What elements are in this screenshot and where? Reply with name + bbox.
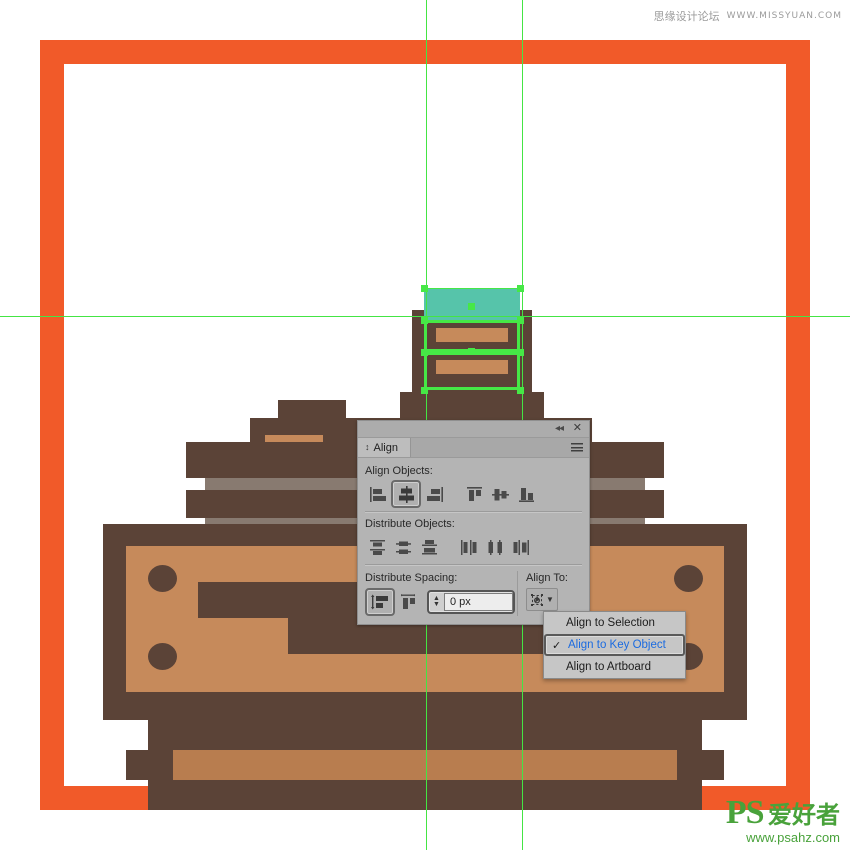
tab-align[interactable]: ↕ Align	[358, 438, 411, 457]
selection-anchor-point[interactable]	[468, 303, 475, 310]
art-notch	[186, 478, 205, 490]
align-objects-label: Align Objects:	[365, 465, 433, 477]
align-to-dropdown-button[interactable]: ▼	[526, 588, 558, 611]
divider	[365, 511, 582, 513]
selection-edge	[424, 288, 520, 289]
art-notch	[645, 478, 664, 490]
vertical-align-center-icon[interactable]	[487, 482, 513, 506]
vertical-align-top-icon[interactable]	[461, 482, 487, 506]
distribute-objects-row	[365, 534, 582, 560]
align-objects-row	[365, 480, 582, 508]
vertical-align-bottom-icon[interactable]	[513, 482, 539, 506]
updown-arrows-icon: ↕	[365, 442, 370, 452]
chevron-down-icon[interactable]: ▼	[546, 595, 554, 604]
distribute-spacing-row: ▲ ▼ 0 px	[365, 588, 517, 616]
horizontal-align-left-icon[interactable]	[365, 482, 391, 506]
divider	[365, 564, 582, 566]
panel-menu-icon[interactable]	[571, 443, 583, 452]
art-rivet	[148, 565, 177, 592]
panel-body: Align Objects: Distribute Objects: Distr…	[358, 458, 589, 624]
watermark-top: 思缘设计论坛 WWW.MISSYUAN.COM	[654, 8, 842, 24]
selection-handle[interactable]	[421, 317, 428, 324]
align-to-label: Align To:	[526, 572, 568, 584]
spacing-stepper[interactable]: ▲ ▼ 0 px	[427, 590, 515, 614]
horizontal-distribute-left-icon[interactable]	[457, 535, 483, 559]
panel-bottom: Distribute Spacing: ▲ ▼ 0 px Align To: ▼	[365, 571, 582, 616]
menu-item-align-to-artboard[interactable]: Align to Artboard	[544, 656, 685, 678]
menu-item-align-to-selection[interactable]: Align to Selection	[544, 612, 685, 634]
vertical-distribute-bottom-icon[interactable]	[417, 535, 443, 559]
distribute-spacing-group: Distribute Spacing: ▲ ▼ 0 px	[365, 571, 517, 616]
vertical-distribute-top-icon[interactable]	[365, 535, 391, 559]
watermark-top-url: WWW.MISSYUAN.COM	[726, 11, 842, 21]
horizontal-distribute-right-icon[interactable]	[509, 535, 535, 559]
close-icon[interactable]: ✕	[573, 423, 582, 434]
art-shape	[103, 692, 747, 720]
menu-item-label: Align to Key Object	[568, 639, 666, 651]
watermark-bottom: PS 爱好者 www.psahz.com	[725, 794, 840, 845]
vertical-distribute-center-icon[interactable]	[391, 535, 417, 559]
watermark-bottom-cn: 爱好者	[768, 801, 840, 829]
selection-handle[interactable]	[517, 317, 524, 324]
horizontal-distribute-center-icon[interactable]	[483, 535, 509, 559]
panel-title-bar[interactable]: ◂◂ ✕	[358, 421, 589, 438]
distribute-spacing-label: Distribute Spacing:	[365, 572, 458, 584]
horizontal-align-center-icon[interactable]	[391, 480, 421, 508]
selection-handle[interactable]	[517, 285, 524, 292]
vertical-distribute-spacing-icon[interactable]	[365, 588, 395, 616]
art-shape-base-face	[173, 750, 677, 780]
checkmark-icon: ✓	[552, 640, 562, 652]
panel-tab-bar: ↕ Align	[358, 438, 589, 458]
align-to-dropdown-menu[interactable]: Align to Selection ✓ Align to Key Object…	[543, 611, 686, 679]
distribute-objects-label: Distribute Objects:	[365, 518, 455, 530]
selection-handle[interactable]	[421, 285, 428, 292]
art-rivet	[674, 565, 703, 592]
menu-item-label: Align to Artboard	[566, 661, 652, 673]
menu-item-label: Align to Selection	[566, 617, 655, 629]
menu-item-align-to-key-object[interactable]: ✓ Align to Key Object	[544, 634, 685, 656]
selection-bounding-box[interactable]	[424, 352, 520, 390]
watermark-top-text: 思缘设计论坛	[653, 10, 720, 23]
illustrator-canvas: ◂◂ ✕ ↕ Align Align Objects: Distribute O…	[0, 0, 850, 850]
art-rivet	[148, 643, 177, 670]
selection-handle[interactable]	[517, 387, 524, 394]
spinner-arrows-icon[interactable]: ▲ ▼	[429, 595, 444, 608]
double-chevron-left-icon[interactable]: ◂◂	[555, 424, 564, 434]
horizontal-align-right-icon[interactable]	[421, 482, 447, 506]
selection-anchor-point[interactable]	[468, 348, 475, 355]
watermark-bottom-url: www.psahz.com	[746, 830, 840, 845]
panel-title: Align	[373, 441, 398, 454]
horizontal-distribute-spacing-icon[interactable]	[395, 590, 421, 614]
art-shape	[278, 400, 346, 420]
spacing-input[interactable]: 0 px	[444, 593, 513, 611]
align-to-group: Align To: ▼	[517, 571, 582, 616]
align-panel[interactable]: ◂◂ ✕ ↕ Align Align Objects: Distribute O…	[357, 420, 590, 625]
align-to-key-object-icon	[531, 593, 544, 606]
selection-handle[interactable]	[421, 387, 428, 394]
watermark-bottom-ps: PS	[725, 794, 765, 831]
